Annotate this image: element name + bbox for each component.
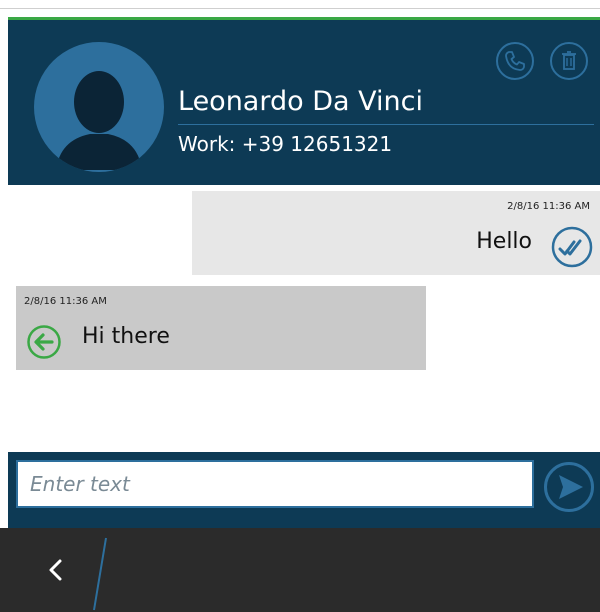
message-timestamp: 2/8/16 11:36 AM bbox=[507, 201, 590, 212]
call-button[interactable] bbox=[496, 42, 534, 80]
person-silhouette-icon bbox=[34, 42, 164, 172]
outgoing-message[interactable]: 2/8/16 11:36 AM Hello bbox=[192, 191, 600, 275]
status-strip bbox=[0, 0, 600, 9]
navigation-bar bbox=[0, 528, 600, 612]
bar-divider bbox=[93, 537, 107, 611]
incoming-message[interactable]: 2/8/16 11:36 AM Hi there bbox=[16, 286, 426, 370]
message-text: Hello bbox=[476, 229, 532, 254]
contact-name: Leonardo Da Vinci bbox=[178, 86, 423, 117]
trash-icon bbox=[562, 51, 576, 70]
message-input[interactable] bbox=[16, 460, 534, 508]
message-composer bbox=[8, 452, 600, 528]
send-button[interactable] bbox=[544, 462, 594, 512]
contact-phone: Work: +39 12651321 bbox=[178, 132, 393, 156]
arrow-left-icon bbox=[27, 325, 61, 359]
phone-icon bbox=[505, 51, 525, 71]
name-divider bbox=[178, 124, 594, 125]
send-icon bbox=[559, 475, 583, 499]
delete-button[interactable] bbox=[550, 42, 588, 80]
double-check-icon bbox=[551, 226, 593, 268]
chevron-left-icon bbox=[49, 559, 62, 581]
back-button[interactable] bbox=[38, 550, 78, 590]
contact-header: Leonardo Da Vinci Work: +39 12651321 bbox=[8, 17, 600, 185]
message-text: Hi there bbox=[82, 324, 170, 349]
message-timestamp: 2/8/16 11:36 AM bbox=[24, 296, 107, 307]
